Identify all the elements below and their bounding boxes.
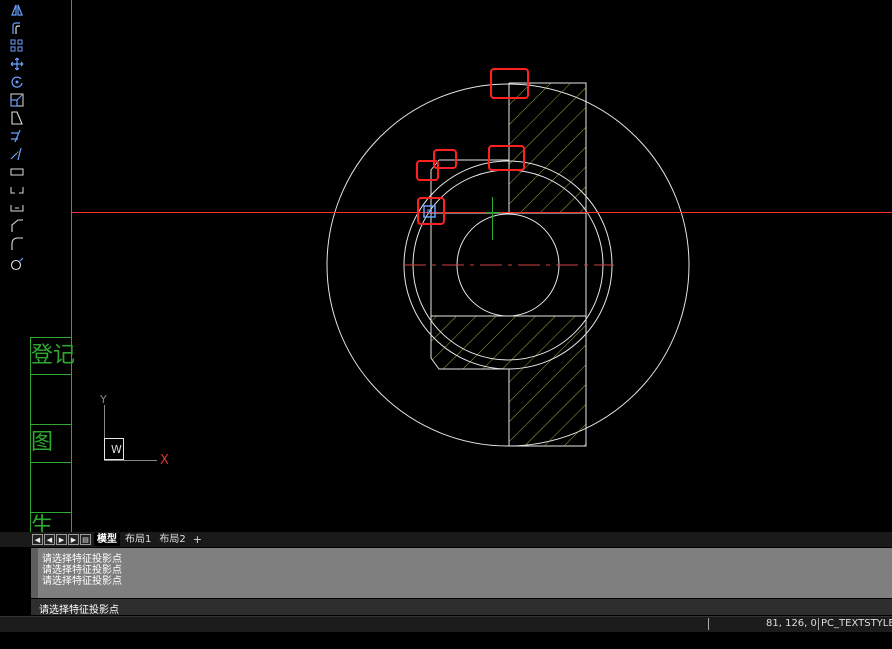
- command-prompt: 请选择特征投影点: [39, 605, 119, 616]
- break-icon[interactable]: [9, 164, 25, 180]
- move-icon[interactable]: [9, 56, 25, 72]
- next-tab-button[interactable]: ▶: [56, 534, 67, 545]
- offset-icon[interactable]: [9, 20, 25, 36]
- join-icon[interactable]: [9, 200, 25, 216]
- chamfer-icon[interactable]: [9, 218, 25, 234]
- command-history-panel: [31, 548, 892, 598]
- title-block-label: 生: [31, 514, 54, 534]
- command-history: 请选择特征投影点 请选择特征投影点 请选择特征投影点: [42, 554, 122, 587]
- status-separator: [708, 618, 709, 630]
- title-block-label: 登记: [31, 343, 76, 368]
- ucs-y-label: Y: [100, 393, 107, 406]
- explode-icon[interactable]: [9, 256, 25, 272]
- panel-grip-icon[interactable]: [31, 548, 38, 598]
- trim-icon[interactable]: [9, 128, 25, 144]
- ucs-x-label: X: [160, 453, 169, 468]
- status-bar: [0, 616, 892, 632]
- rotate-icon[interactable]: [9, 74, 25, 90]
- drawing-canvas[interactable]: [0, 0, 892, 535]
- fillet-icon[interactable]: [9, 236, 25, 252]
- history-line: 请选择特征投影点: [42, 576, 122, 587]
- array-icon[interactable]: [9, 38, 25, 54]
- scale-icon[interactable]: [9, 92, 25, 108]
- modify-toolbar: [0, 0, 30, 535]
- coordinate-readout: 81, 126, 0: [766, 618, 817, 629]
- break-at-point-icon[interactable]: [9, 182, 25, 198]
- ucs-w-label: W: [111, 443, 122, 456]
- title-block-label: 图: [31, 430, 54, 455]
- history-line: 请选择特征投影点: [42, 554, 122, 565]
- stretch-icon[interactable]: [9, 110, 25, 126]
- tab-list-icon[interactable]: ▤: [80, 534, 91, 545]
- mirror-icon[interactable]: [9, 2, 25, 18]
- status-separator: [818, 618, 819, 630]
- history-line: 请选择特征投影点: [42, 565, 122, 576]
- grip-point-inner: [427, 209, 432, 214]
- tab-layout2[interactable]: 布局2: [156, 533, 188, 546]
- bottom-strip: [0, 633, 892, 649]
- last-tab-button[interactable]: ▶: [68, 534, 79, 545]
- extend-icon[interactable]: [9, 146, 25, 162]
- layout-tab-bar: ◀ ◀ ▶ ▶ ▤ 模型 布局1 布局2 +: [0, 532, 892, 547]
- tab-layout1[interactable]: 布局1: [122, 533, 154, 546]
- text-style-indicator[interactable]: PC_TEXTSTYLE: [821, 618, 892, 629]
- command-line[interactable]: [31, 599, 892, 615]
- prev-tab-button[interactable]: ◀: [44, 534, 55, 545]
- tab-model[interactable]: 模型: [94, 533, 120, 546]
- add-layout-button[interactable]: +: [193, 533, 202, 546]
- first-tab-button[interactable]: ◀: [32, 534, 43, 545]
